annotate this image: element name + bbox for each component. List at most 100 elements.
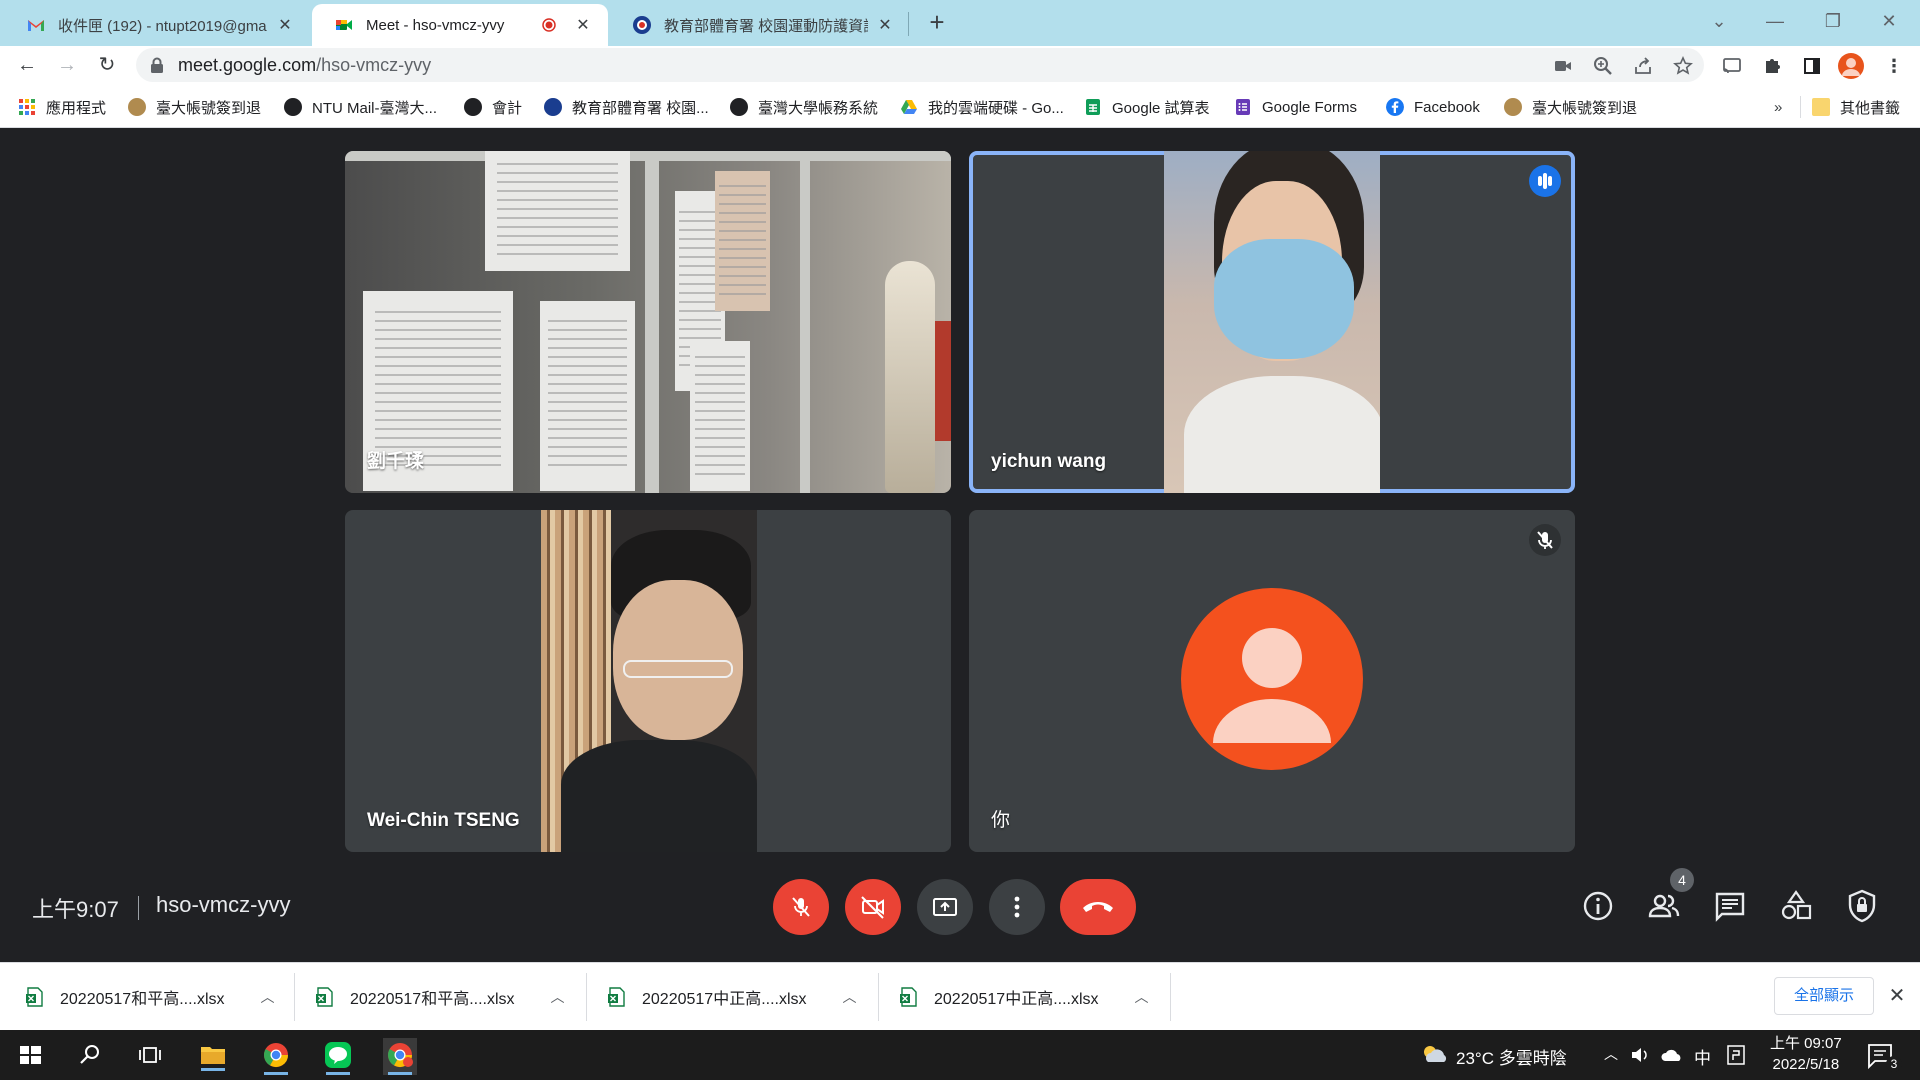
tab-moe[interactable]: 教育部體育署 校園運動防護資訊 ✕ [610,4,910,46]
file-explorer-icon[interactable] [193,1035,233,1075]
tab-search-button[interactable]: ⌄ [1696,6,1742,36]
browser-menu-icon[interactable]: ⋮ [1880,52,1908,80]
back-icon[interactable]: ← [12,50,42,80]
participant-video [345,151,951,493]
reload-icon[interactable]: ↻ [92,50,122,80]
toggle-camera-button[interactable] [845,879,901,935]
people-icon[interactable] [1646,888,1682,924]
other-bookmarks-folder[interactable]: 其他書籤 [1812,96,1900,118]
meeting-time: 上午9:07 [32,897,119,922]
meeting-details-icon[interactable] [1580,888,1616,924]
host-controls-shield-icon[interactable] [1844,888,1880,924]
onedrive-icon[interactable] [1660,1046,1684,1064]
download-filename: 20220517和平高....xlsx [350,991,515,1008]
bookmark-apps[interactable]: 應用程式 [18,96,106,118]
tab-divider [908,12,909,36]
bookmark-moe-sports[interactable]: 教育部體育署 校園... [544,96,709,118]
bookmark-google-forms[interactable]: Google Forms [1234,96,1357,118]
bookmark-label: 教育部體育署 校園... [572,99,709,117]
browser-toolbar: ← → ↻ meet.google.com/hso-vmcz-yvy ⋮ [0,46,1920,84]
tab-close-icon[interactable]: ✕ [274,15,296,35]
volume-icon[interactable] [1630,1046,1652,1064]
close-download-shelf-icon[interactable]: ✕ [1884,981,1910,1011]
chrome-icon[interactable] [256,1035,296,1075]
google-meet-icon [336,20,352,30]
tab-close-icon[interactable]: ✕ [874,15,896,35]
show-all-downloads-button[interactable]: 全部顯示 [1774,977,1874,1015]
camera-in-use-icon[interactable] [1552,55,1574,77]
download-item[interactable]: 20220517和平高....xlsx ︿ [316,979,565,1015]
weather-text[interactable]: 23°C 多雲時陰 [1456,1044,1567,1069]
activities-icon[interactable] [1778,888,1814,924]
present-screen-button[interactable] [917,879,973,935]
profile-avatar[interactable] [1838,53,1864,79]
minimize-button[interactable]: — [1752,6,1798,36]
zoom-icon[interactable] [1592,55,1614,77]
participant-tile-speaking[interactable]: yichun wang [969,151,1575,493]
tab-gmail[interactable]: 收件匣 (192) - ntupt2019@gma ✕ [4,4,310,46]
address-bar[interactable]: meet.google.com/hso-vmcz-yvy [136,48,1704,82]
divider [294,973,295,1021]
more-options-button[interactable] [989,879,1045,935]
leave-call-button[interactable] [1060,879,1136,935]
restore-button[interactable]: ❐ [1810,6,1856,36]
participant-video [1164,151,1380,493]
bookmark-ntu-signin[interactable]: 臺大帳號簽到退 [128,96,261,118]
ime-indicator[interactable]: 中 [1694,1044,1711,1069]
task-view-icon[interactable] [130,1035,170,1075]
ntu-seal-icon [1504,98,1522,116]
search-icon[interactable] [70,1035,110,1075]
chevron-up-icon[interactable]: ︿ [261,987,275,1007]
chevron-up-icon[interactable]: ︿ [1604,1044,1618,1064]
more-vert-icon [1014,896,1020,918]
bookmark-google-sheets[interactable]: Google 試算表 [1084,96,1210,118]
bookmark-star-icon[interactable] [1672,55,1694,77]
divider [586,973,587,1021]
chevron-up-icon[interactable]: ︿ [843,987,857,1007]
toggle-microphone-button[interactable] [773,879,829,935]
divider [138,896,139,920]
download-item[interactable]: 20220517中正高....xlsx ︿ [900,979,1149,1015]
drive-icon [901,100,917,114]
new-tab-button[interactable]: + [922,8,952,38]
self-tile[interactable]: 你 [969,510,1575,852]
side-panel-icon[interactable] [1798,52,1826,80]
forward-icon[interactable]: → [52,50,82,80]
bookmark-ntu-mail[interactable]: NTU Mail-臺灣大... [284,96,437,118]
bookmark-accounting[interactable]: 會計 [464,96,522,118]
share-icon[interactable] [1632,55,1654,77]
participant-tile[interactable]: Wei-Chin TSENG [345,510,951,852]
url-text: meet.google.com/hso-vmcz-yvy [178,55,432,75]
bookmark-label: 臺大帳號簽到退 [1532,99,1638,117]
bookmarks-overflow-button[interactable]: » [1774,96,1782,118]
download-item[interactable]: 20220517中正高....xlsx ︿ [608,979,857,1015]
participant-name: 你 [991,810,1011,831]
participant-tile[interactable]: 劉千瑈 [345,151,951,493]
ime-mode-icon[interactable] [1726,1044,1746,1066]
weather-cloud-icon[interactable] [1420,1042,1450,1066]
download-item[interactable]: 20220517和平高....xlsx ︿ [26,979,275,1015]
system-clock[interactable]: 上午 09:07 2022/5/18 [1770,1033,1842,1075]
window-close-button[interactable]: ✕ [1866,6,1912,36]
chrome-meet-app-icon[interactable] [380,1035,420,1075]
meet-stage: 劉千瑈 yichun wang Wei-Chin TSENG 你 [0,128,1920,962]
chat-icon[interactable] [1712,888,1748,924]
tab-meet[interactable]: Meet - hso-vmcz-yvy ✕ [312,4,608,46]
windows-start-icon[interactable] [10,1035,50,1075]
globe-icon [464,98,482,116]
extensions-puzzle-icon[interactable] [1758,52,1786,80]
cast-icon[interactable] [1718,52,1746,80]
bookmark-ntu-signin-2[interactable]: 臺大帳號簽到退 [1504,96,1637,118]
bookmark-ntu-accounts[interactable]: 臺灣大學帳務系統 [730,96,878,118]
mic-off-icon [792,897,810,917]
download-shelf: 20220517和平高....xlsx ︿ 20220517和平高....xls… [0,962,1920,1030]
tab-close-icon[interactable]: ✕ [572,15,594,35]
bookmark-google-drive[interactable]: 我的雲端硬碟 - Go... [900,96,1064,118]
profile-icon [1842,58,1860,76]
lock-icon[interactable] [150,57,164,73]
chevron-up-icon[interactable]: ︿ [1135,987,1149,1007]
download-filename: 20220517中正高....xlsx [642,991,807,1008]
chevron-up-icon[interactable]: ︿ [551,987,565,1007]
bookmark-facebook[interactable]: Facebook [1386,96,1480,118]
line-app-icon[interactable] [318,1035,358,1075]
